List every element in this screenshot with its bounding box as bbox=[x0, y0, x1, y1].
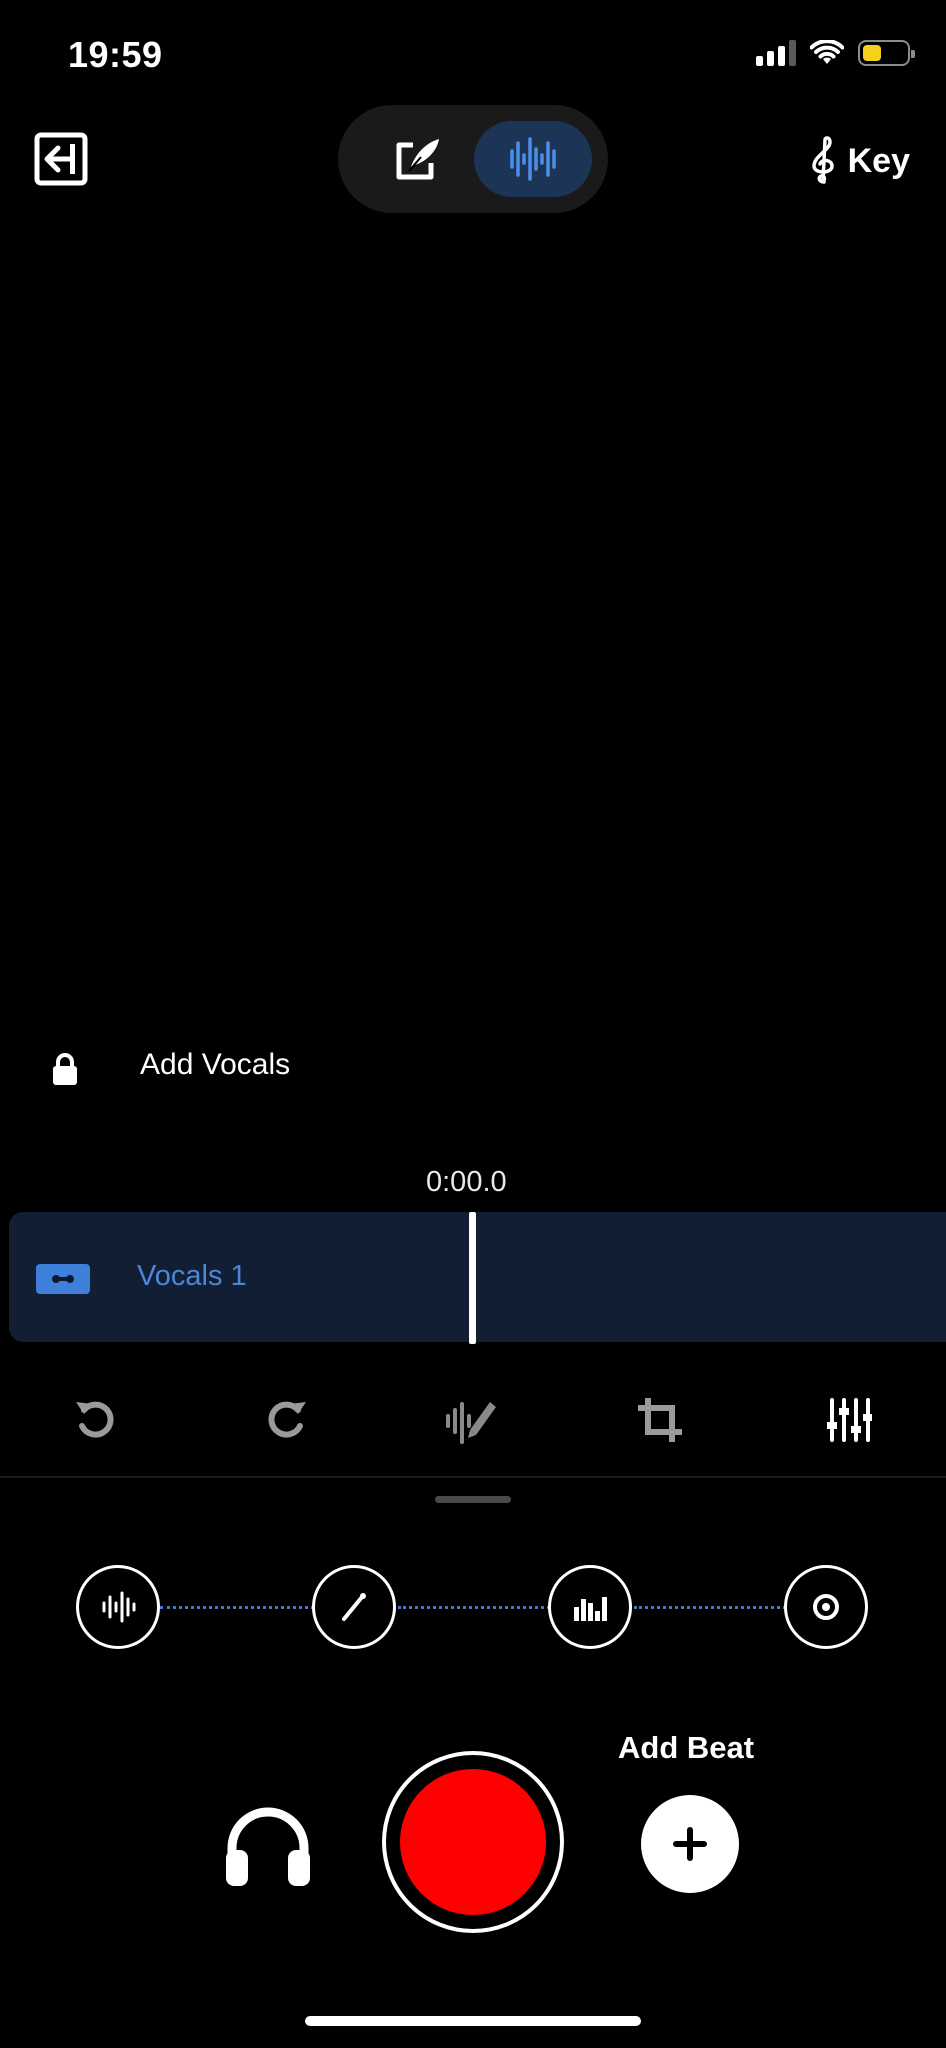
fx-voice-button[interactable] bbox=[76, 1565, 160, 1649]
undo-icon bbox=[76, 1401, 114, 1438]
lock-icon bbox=[50, 1052, 80, 1091]
treble-clef-icon bbox=[811, 136, 834, 184]
signal-icon bbox=[756, 40, 796, 66]
status-icons bbox=[756, 40, 915, 66]
exit-button[interactable] bbox=[34, 132, 88, 186]
plus-icon bbox=[673, 1827, 707, 1861]
mode-recording[interactable] bbox=[474, 121, 592, 197]
panel-drag-handle[interactable] bbox=[435, 1496, 511, 1503]
cassette-icon bbox=[36, 1264, 90, 1294]
magic-edit-button[interactable] bbox=[442, 1390, 502, 1450]
key-label: Key bbox=[847, 141, 910, 180]
waveform-icon bbox=[510, 137, 556, 181]
redo-icon bbox=[268, 1401, 306, 1438]
waveform-icon bbox=[102, 1591, 136, 1623]
track-label: Vocals 1 bbox=[137, 1260, 247, 1292]
status-time: 19:59 bbox=[68, 34, 163, 75]
mixer-button[interactable] bbox=[818, 1390, 878, 1450]
panel-divider bbox=[0, 1476, 946, 1478]
home-indicator[interactable] bbox=[305, 2016, 641, 2026]
chain-connector bbox=[634, 1606, 786, 1609]
speaker-icon bbox=[813, 1594, 839, 1620]
mode-edit-lyrics[interactable] bbox=[358, 121, 476, 197]
playhead-time: 0:00.0 bbox=[426, 1166, 507, 1198]
crop-icon bbox=[638, 1398, 682, 1442]
exit-icon bbox=[34, 132, 88, 186]
playhead[interactable] bbox=[469, 1212, 476, 1344]
redo-button[interactable] bbox=[256, 1390, 316, 1450]
slash-icon bbox=[342, 1593, 366, 1621]
battery-icon bbox=[858, 40, 915, 66]
monitor-button[interactable] bbox=[222, 1800, 314, 1892]
chain-connector bbox=[398, 1606, 550, 1609]
magic-wand-icon bbox=[446, 1402, 496, 1444]
crop-button[interactable] bbox=[630, 1390, 690, 1450]
fx-autotune-button[interactable] bbox=[312, 1565, 396, 1649]
sliders-icon bbox=[827, 1398, 872, 1442]
headphones-icon bbox=[226, 1807, 310, 1886]
record-button[interactable] bbox=[400, 1769, 546, 1915]
add-vocals-label[interactable]: Add Vocals bbox=[140, 1048, 290, 1082]
recording-screen: 19:59 Key Add Vocals 0:00.0 Vocals 1 Add… bbox=[0, 0, 946, 2048]
mode-toggle bbox=[338, 105, 608, 213]
add-beat-button[interactable] bbox=[641, 1795, 739, 1893]
fx-eq-button[interactable] bbox=[548, 1565, 632, 1649]
add-beat-label: Add Beat bbox=[618, 1730, 755, 1765]
fx-reverb-button[interactable] bbox=[784, 1565, 868, 1649]
edit-lyrics-icon bbox=[396, 139, 439, 180]
key-button[interactable]: Key bbox=[808, 136, 910, 186]
chain-connector bbox=[160, 1606, 314, 1609]
equalizer-icon bbox=[574, 1597, 607, 1621]
undo-button[interactable] bbox=[66, 1390, 126, 1450]
wifi-icon bbox=[810, 40, 844, 64]
